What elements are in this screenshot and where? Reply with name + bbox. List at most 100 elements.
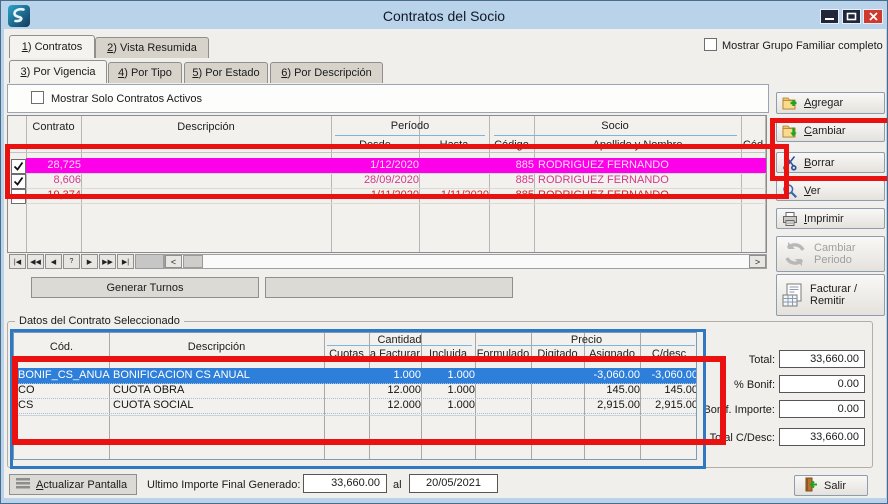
table-cell: 28/09/2020 [331, 173, 423, 189]
table-cell [419, 173, 493, 189]
tab-contratos[interactable]: 1) Contratos [9, 35, 95, 58]
nav-button[interactable]: |◀ [9, 254, 26, 269]
close-button[interactable] [863, 9, 883, 24]
tab-por-tipo[interactable]: 4) Por Tipo [108, 62, 182, 83]
bonif-importe-label: Bonif. Importe: [660, 404, 775, 416]
ultimo-importe-label: Ultimo Importe Final Generado: [147, 479, 300, 491]
detail-row[interactable]: CSCUOTA SOCIAL12.0001.0002,915.002,915.0… [14, 398, 696, 414]
scissors-icon [782, 155, 798, 171]
nav-button[interactable]: ◀ [45, 254, 62, 269]
column-header: Descripción [81, 116, 331, 137]
column-header: Cód [741, 137, 765, 152]
table-cell [475, 398, 534, 413]
ver-button[interactable]: Ver [776, 180, 885, 201]
detail-row[interactable]: COCUOTA OBRA12.0001.000145.00145.00 [14, 383, 696, 399]
table-cell: 1/11/2020 [331, 188, 423, 204]
tab-por-estado[interactable]: 5) Por Estado [184, 62, 268, 83]
column-header: Formulado [475, 346, 531, 361]
table-cell: 1.000 [421, 383, 478, 398]
button-label: Cambiar [804, 125, 846, 137]
header-divider [8, 152, 766, 153]
cambiar-periodo-button[interactable]: Cambiar Periodo [776, 236, 885, 272]
table-cell: 8,606 [26, 173, 85, 189]
total-cdesc-field[interactable]: 33,660.00 [779, 428, 865, 446]
generar-turnos-label: Generar Turnos [106, 282, 183, 294]
contract-row[interactable]: 19,3741/11/20201/11/2020885RODRIGUEZ FER… [8, 188, 766, 203]
scroll-right-icon[interactable]: > [749, 255, 766, 268]
detail-groupbox-title: Datos del Contrato Seleccionado [15, 315, 184, 327]
table-cell: RODRIGUEZ FERNANDO [534, 188, 745, 204]
row-divider [14, 415, 696, 416]
row-checkbox[interactable] [11, 174, 26, 189]
row-checkbox[interactable] [11, 189, 26, 204]
cambiar-button[interactable]: Cambiar [776, 120, 885, 142]
table-cell: 12.000 [369, 398, 424, 413]
actualizar-pantalla-button[interactable]: Actualizar Pantalla [9, 474, 137, 495]
nav-button[interactable]: ? [63, 254, 80, 269]
maximize-button[interactable] [842, 9, 861, 24]
family-checkbox[interactable] [704, 38, 717, 51]
nav-button[interactable]: ◀◀ [27, 254, 44, 269]
table-cell: BONIF_CS_ANUA [14, 368, 113, 383]
tab-label: 4) Por Tipo [118, 67, 172, 79]
nav-button[interactable]: ▶▶ [99, 254, 116, 269]
tab-por-descripcion[interactable]: 6) Por Descripción [270, 62, 383, 83]
window-title: Contratos del Socio [1, 8, 887, 24]
invoice-icon [782, 283, 804, 307]
column-header: C/desc [640, 346, 697, 361]
borrar-button[interactable]: Borrar [776, 152, 885, 173]
contracts-grid[interactable]: ContratoDescripciónPeríodoSocioDesdeHast… [7, 115, 767, 253]
nav-button[interactable]: ▶| [117, 254, 134, 269]
table-cell: CUOTA SOCIAL [109, 398, 328, 413]
column-header: Descripción [109, 333, 324, 361]
table-cell: 1.000 [421, 398, 478, 413]
tab-label: 1) Contratos [22, 41, 83, 53]
table-cell: RODRIGUEZ FERNANDO [534, 158, 745, 174]
tab-label: 6) Por Descripción [281, 67, 371, 79]
salir-button[interactable]: Salir [794, 475, 868, 496]
column-header: Contrato [26, 116, 81, 137]
fecha-field[interactable]: 20/05/2021 [409, 474, 498, 493]
row-checkbox[interactable] [11, 159, 26, 174]
table-cell [324, 398, 372, 413]
folder-down-icon [782, 123, 798, 139]
table-cell: BONIFICACION CS ANUAL [109, 368, 328, 383]
group-underline [335, 135, 485, 136]
imprimir-button[interactable]: Imprimir [776, 208, 885, 229]
nav-button[interactable]: ▶ [81, 254, 98, 269]
button-label: Cambiar Periodo [814, 242, 884, 266]
table-cell: 145.00 [584, 383, 643, 398]
agregar-button[interactable]: Agregar [776, 92, 885, 114]
contract-row[interactable]: 8,60628/09/2020885RODRIGUEZ FERNANDO [8, 173, 766, 188]
contract-row[interactable]: 28,7251/12/2020885RODRIGUEZ FERNANDO [8, 158, 766, 173]
folder-plus-icon [782, 95, 798, 111]
table-cell: 2,915.00 [584, 398, 643, 413]
tab-vista-resumida[interactable]: 2) Vista Resumida [95, 37, 209, 58]
minimize-button[interactable] [820, 9, 839, 24]
scroll-left-icon[interactable]: < [165, 255, 182, 268]
tab-por-vigencia[interactable]: 3) Por Vigencia [9, 60, 107, 83]
generar-turnos-button[interactable]: Generar Turnos [31, 277, 259, 298]
exit-door-icon [802, 477, 818, 495]
table-cell [531, 398, 587, 413]
detail-grid[interactable]: Cód.DescripciónCantidadPrecioCuotasa Fac… [13, 332, 697, 460]
group-underline [494, 135, 737, 136]
active-only-checkbox[interactable] [31, 91, 44, 104]
total-field[interactable]: 33,660.00 [779, 350, 865, 368]
table-cell: -3,060.00 [640, 368, 697, 383]
blank-button[interactable] [265, 277, 513, 298]
refresh-icon [782, 241, 808, 267]
total-cdesc-label: Total C/Desc: [660, 432, 775, 444]
detail-row[interactable]: BONIF_CS_ANUABONIFICACION CS ANUAL1.0001… [14, 368, 696, 384]
column-header: Incluida [421, 346, 475, 361]
table-cell [741, 173, 767, 189]
scroll-thumb[interactable] [183, 255, 203, 268]
bonif-importe-field[interactable]: 0.00 [779, 400, 865, 418]
column-header: Cód. [14, 333, 109, 361]
column-header: a Facturar [369, 346, 421, 361]
pct-bonif-field[interactable]: 0.00 [779, 375, 865, 393]
horizontal-scrollbar[interactable]: <> [164, 254, 767, 269]
facturar-remitir-button[interactable]: Facturar / Remitir [776, 274, 885, 316]
ultimo-importe-field[interactable]: 33,660.00 [303, 474, 387, 493]
column-header: Código [489, 137, 534, 152]
